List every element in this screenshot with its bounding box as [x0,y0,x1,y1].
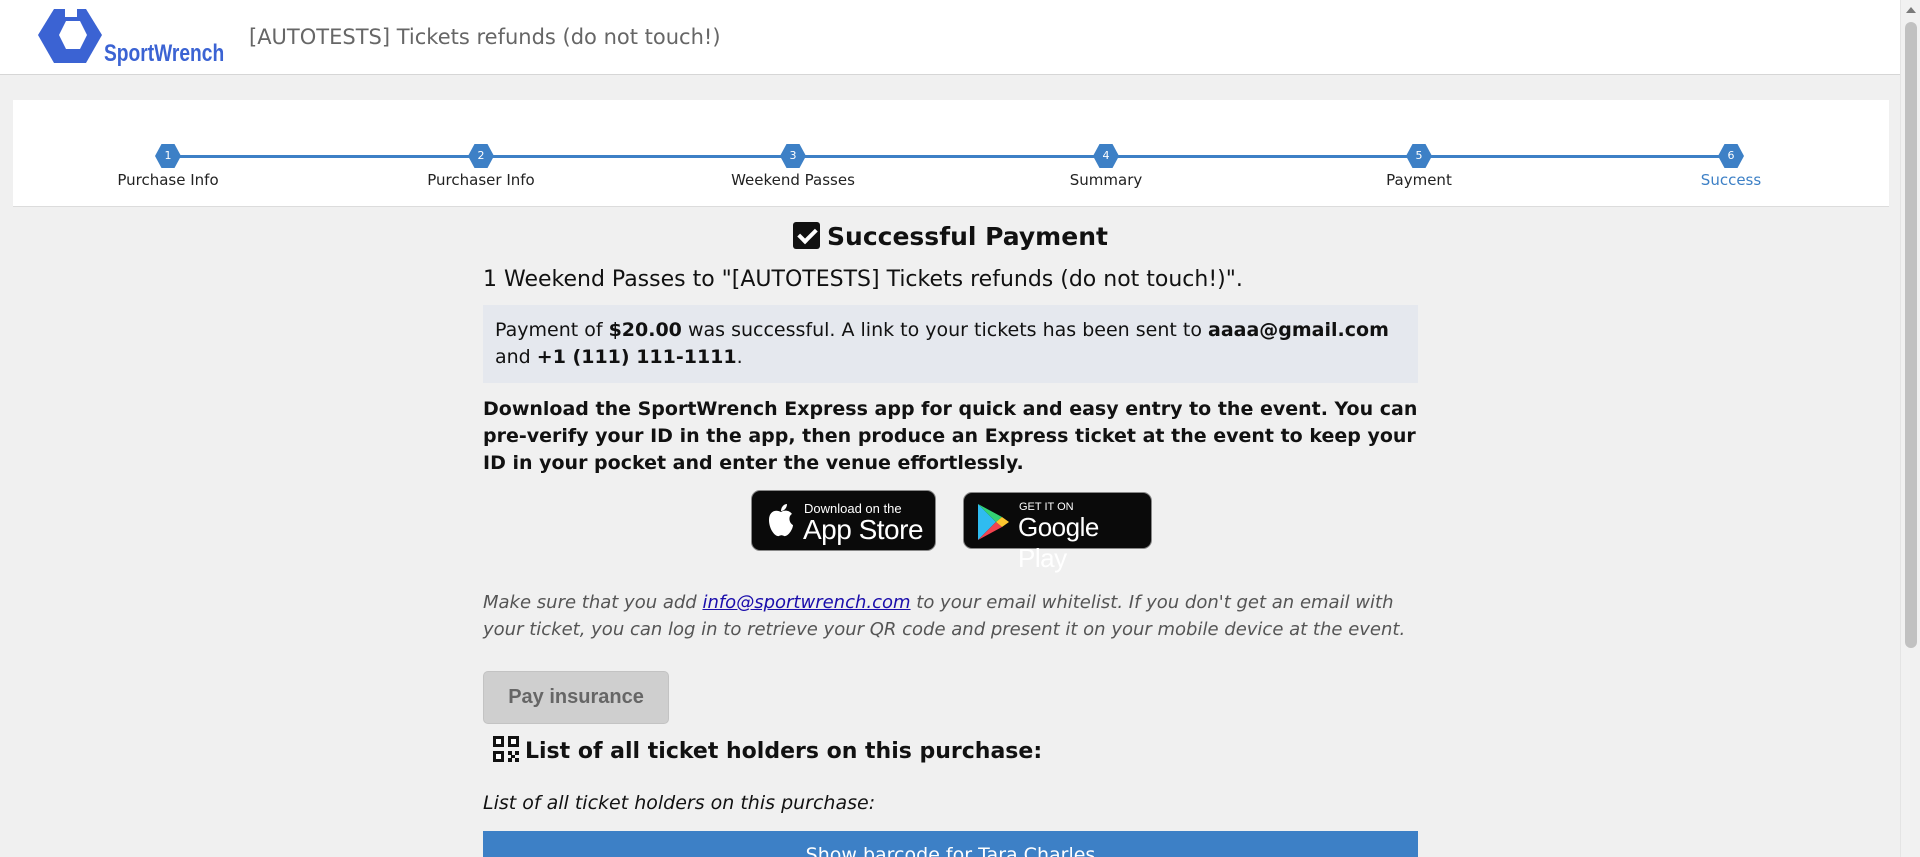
step-label: Purchaser Info [427,171,535,189]
passes-summary: 1 Weekend Passes to "[AUTOTESTS] Tickets… [483,267,1243,292]
step-label: Summary [1069,171,1143,189]
checkout-steps: 1 Purchase Info 2 Purchaser Info 3 Weeke… [13,100,1889,207]
app-badges: Download on the App Store GET IT ON Goog… [483,490,1418,573]
payment-amount: $20.00 [608,319,682,341]
step-weekend-passes: 3 Weekend Passes [683,144,903,189]
support-email-link[interactable]: info@sportwrench.com [702,592,910,613]
step-purchaser-info: 2 Purchaser Info [371,144,591,189]
step-label: Weekend Passes [731,171,855,189]
google-play-button[interactable]: GET IT ON Google Play [963,492,1152,573]
and-text: and [495,346,537,368]
show-barcode-button[interactable]: Show barcode for Tara Charles [483,831,1418,857]
pay-insurance-button[interactable]: Pay insurance [483,671,669,724]
checkbox-checked-icon [793,222,821,249]
ticket-holders-heading-text: List of all ticket holders on this purch… [525,739,1043,764]
scroll-up-arrow-icon[interactable] [1906,7,1916,13]
payment-prefix: Payment of [495,319,609,341]
success-heading-text: Successful Payment [827,222,1108,251]
google-play-icon [978,504,1009,540]
step-success: 6 Success [1621,144,1841,189]
step-number-badge: 1 [155,144,181,168]
period: . [736,346,743,368]
step-label: Purchase Info [117,171,219,189]
step-summary: 4 Summary [996,144,1216,189]
step-label: Success [1700,171,1762,189]
ticket-holders-heading: List of all ticket holders on this purch… [493,736,1418,764]
top-bar: SportWrench [AUTOTESTS] Tickets refunds … [0,0,1900,75]
ticket-holders-subheading: List of all ticket holders on this purch… [483,792,876,814]
payment-confirmation-box: Payment of $20.00 was successful. A link… [483,305,1418,383]
purchaser-phone: +1 (111) 111-1111 [536,346,737,368]
qr-code-icon [493,736,519,762]
success-heading: Successful Payment [483,222,1418,252]
apple-icon [769,504,793,537]
step-number-badge: 3 [780,144,806,168]
step-payment: 5 Payment [1309,144,1529,189]
google-play-big-text: Google Play [1018,512,1099,573]
app-store-button[interactable]: Download on the App Store [751,490,936,551]
app-store-big-text: App Store [803,514,924,545]
scrollbar-thumb[interactable] [1905,22,1917,648]
download-app-text: Download the SportWrench Express app for… [483,398,1418,474]
email-whitelist-note: Make sure that you add info@sportwrench.… [483,589,1418,643]
step-number-badge: 2 [468,144,494,168]
page-scrollbar[interactable] [1900,0,1920,857]
step-number-badge: 6 [1718,144,1744,168]
step-number-badge: 5 [1406,144,1432,168]
note-prefix: Make sure that you add [483,592,703,613]
step-label: Payment [1386,171,1452,189]
step-purchase-info: 1 Purchase Info [58,144,278,189]
step-number-badge: 4 [1093,144,1119,168]
payment-mid: was successful. A link to your tickets h… [681,319,1208,341]
logo-text: SportWrench [104,40,225,67]
success-content: Successful Payment 1 Weekend Passes to "… [483,222,1418,857]
event-title: [AUTOTESTS] Tickets refunds (do not touc… [249,25,721,49]
purchaser-email: aaaa@gmail.com [1208,319,1389,341]
